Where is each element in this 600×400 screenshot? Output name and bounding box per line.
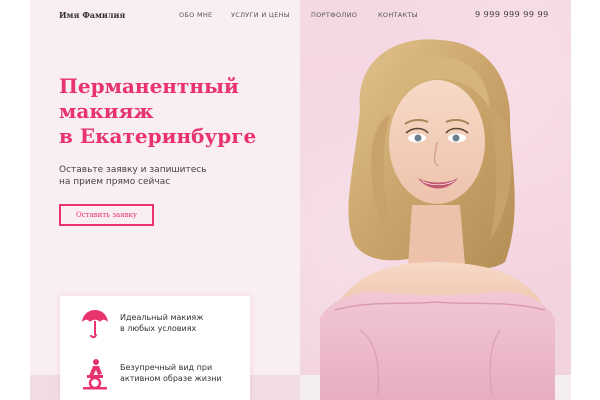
exercise-bike-icon xyxy=(83,359,107,390)
woman-portrait xyxy=(320,39,555,400)
feature-text-line: Идеальный макияж xyxy=(120,313,204,322)
brand-name[interactable]: Имя Фамилия xyxy=(59,10,125,20)
nav-link-services[interactable]: УСЛУГИ И ЦЕНЫ xyxy=(231,11,290,19)
page: Имя Фамилия ОБО МНЕ УСЛУГИ И ЦЕНЫ ПОРТФО… xyxy=(0,0,600,400)
landing-page: Имя Фамилия ОБО МНЕ УСЛУГИ И ЦЕНЫ ПОРТФО… xyxy=(30,0,571,400)
nav-link-contacts[interactable]: КОНТАКТЫ xyxy=(378,11,418,19)
hero-subtitle-line: на прием прямо сейчас xyxy=(59,177,171,187)
feature-item: Безупречный вид при активном образе жизн… xyxy=(80,358,250,394)
hero-title-line: Перманентный xyxy=(59,74,239,98)
phone-number[interactable]: 9 999 999 99 99 xyxy=(475,10,549,19)
feature-text: Безупречный вид при активном образе жизн… xyxy=(120,362,222,384)
feature-text-line: Безупречный вид при xyxy=(120,363,213,372)
feature-text-line: в любых условиях xyxy=(120,324,197,333)
hero-title-line: в Екатеринбурге xyxy=(59,124,257,148)
feature-text-line: активном образе жизни xyxy=(120,374,222,383)
features-card: Идеальный макияж в любых условиях Безупр… xyxy=(60,296,250,400)
feature-item: Идеальный макияж в любых условиях xyxy=(80,308,250,344)
request-button[interactable]: Оставить заявку xyxy=(59,204,154,226)
top-nav: Имя Фамилия ОБО МНЕ УСЛУГИ И ЦЕНЫ ПОРТФО… xyxy=(30,0,571,30)
nav-link-about[interactable]: ОБО МНЕ xyxy=(179,11,212,19)
nav-link-portfolio[interactable]: ПОРТФОЛИО xyxy=(311,11,357,19)
hero-subtitle: Оставьте заявку и запишитесь на прием пр… xyxy=(59,164,207,188)
hero-subtitle-line: Оставьте заявку и запишитесь xyxy=(59,165,207,175)
hero-title-line: макияж xyxy=(59,99,154,123)
hero-title: Перманентный макияж в Екатеринбурге xyxy=(59,74,309,149)
feature-text: Идеальный макияж в любых условиях xyxy=(120,312,203,334)
umbrella-icon xyxy=(82,310,108,339)
